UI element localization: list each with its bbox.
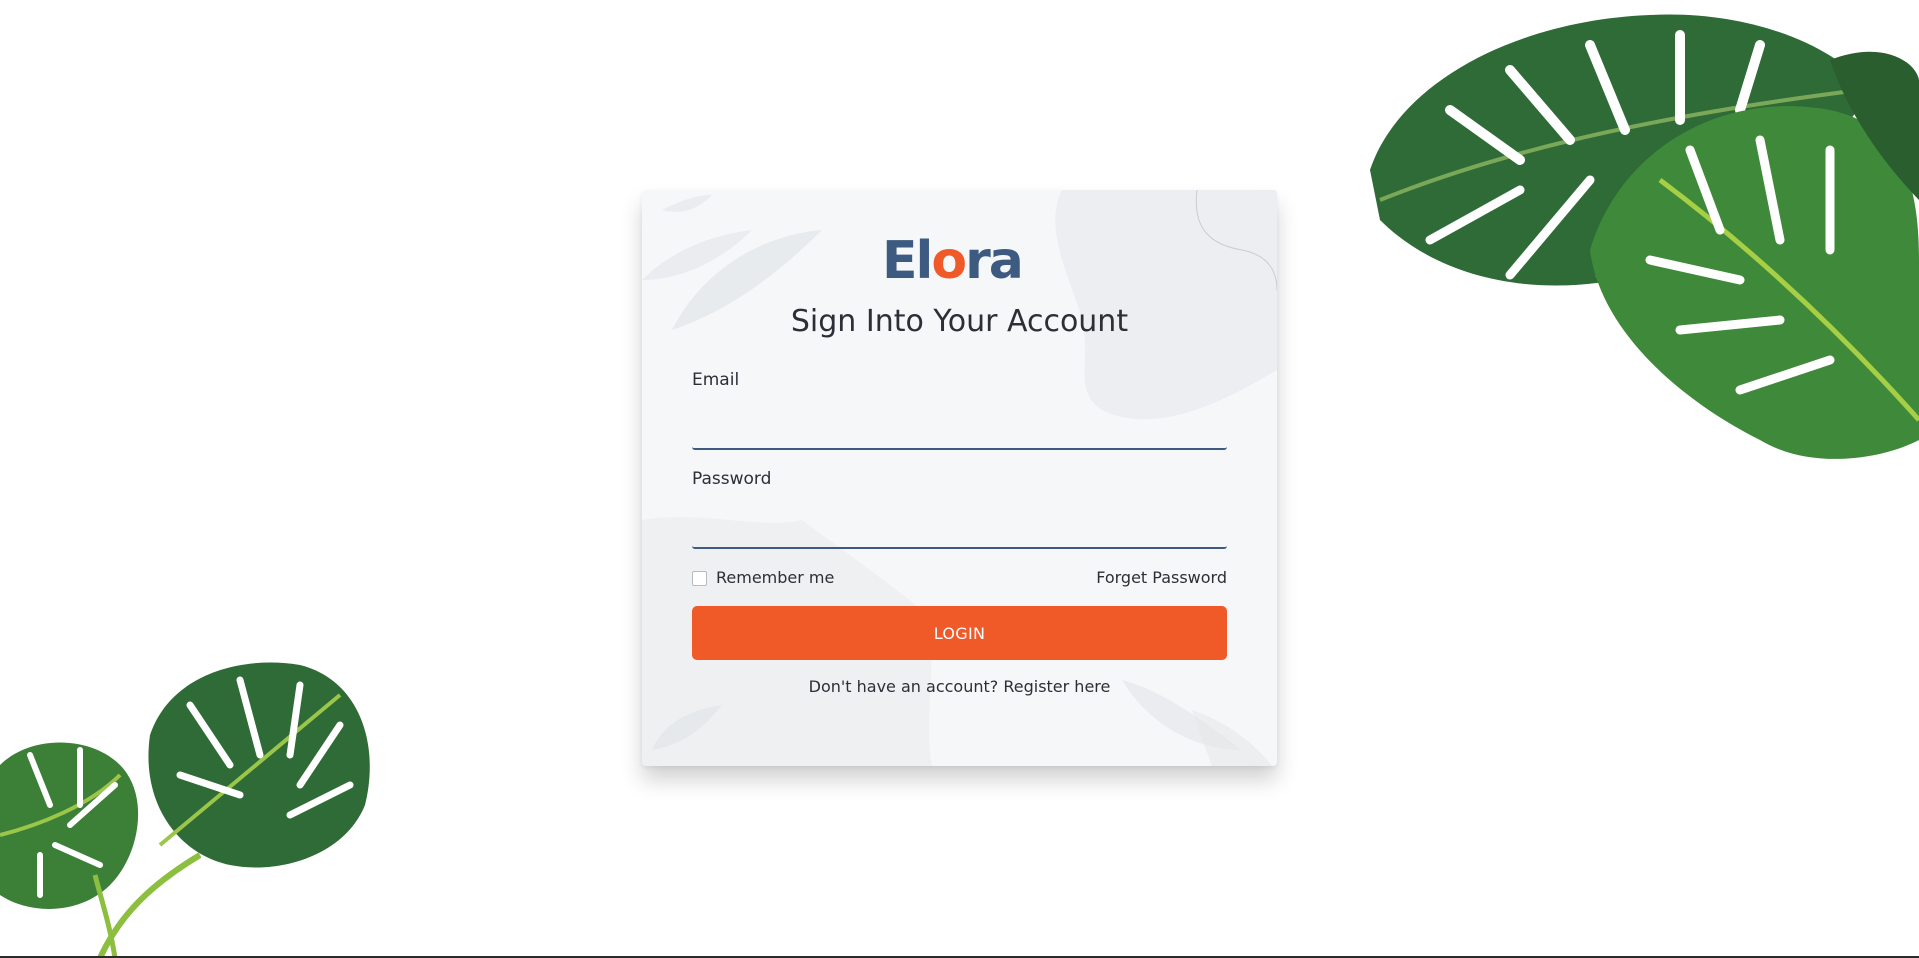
remember-me-checkbox[interactable] <box>692 571 707 586</box>
logo-text-left: El <box>882 231 933 291</box>
remember-row: Remember me Forget Password <box>692 568 1227 590</box>
page-title: Sign Into Your Account <box>790 304 1129 339</box>
login-button[interactable]: LOGIN <box>692 606 1227 660</box>
brand-logo: El o ra <box>882 235 1042 287</box>
register-prompt-text: Don't have an account? <box>808 677 999 696</box>
register-link[interactable]: Register here <box>1003 677 1110 696</box>
monstera-leaves-bottom-left <box>0 662 370 958</box>
forget-password-link[interactable]: Forget Password <box>1096 568 1227 587</box>
email-label: Email <box>692 370 740 390</box>
password-field[interactable] <box>692 513 1227 549</box>
remember-me-label[interactable]: Remember me <box>716 568 834 587</box>
logo-text-right: ra <box>965 231 1024 291</box>
email-field[interactable] <box>692 414 1227 450</box>
password-label: Password <box>692 469 772 489</box>
monstera-leaves-top-right <box>1370 14 1919 459</box>
register-prompt: Don't have an account? Register here <box>642 677 1277 696</box>
login-card: El o ra Sign Into Your Account Email Passw… <box>642 190 1277 766</box>
logo-text-accent: o <box>931 231 967 291</box>
